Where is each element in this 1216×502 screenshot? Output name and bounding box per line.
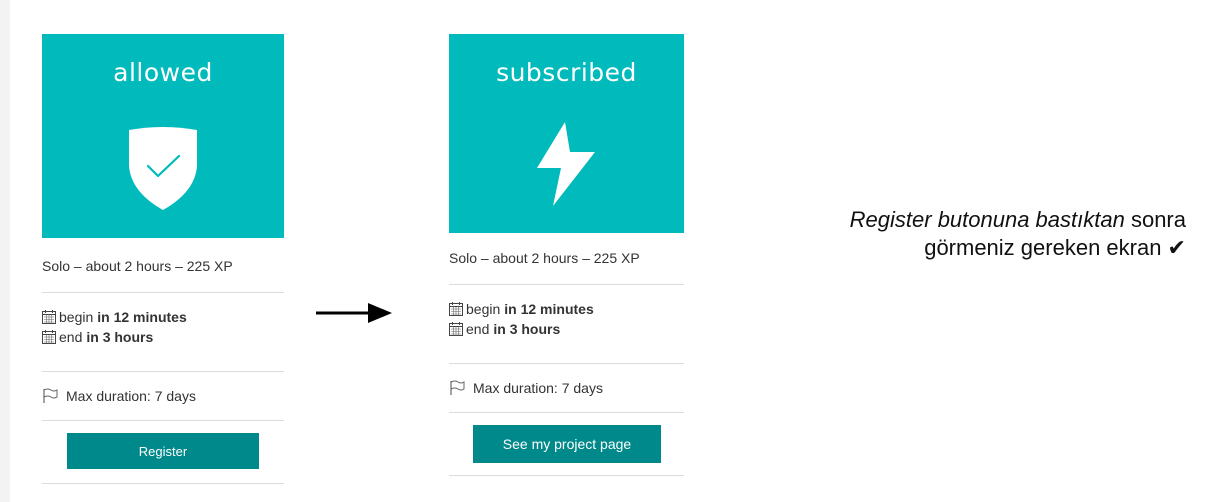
begin-row: begin in 12 minutes — [449, 299, 684, 319]
end-value: in 3 hours — [493, 321, 561, 337]
banner-title: subscribed — [496, 58, 637, 87]
max-duration-text: Max duration: 7 days — [473, 380, 603, 396]
begin-label: begin — [59, 309, 94, 325]
end-row: end in 3 hours — [449, 319, 684, 339]
project-summary: Solo – about 2 hours – 225 XP — [42, 258, 284, 293]
left-edge-strip — [0, 0, 10, 502]
lightning-bolt-icon — [536, 122, 595, 206]
note-line-1: Register butonuna bastıktan sonra — [720, 206, 1186, 234]
date-range: begin in 12 minutes end in 3 hours — [42, 293, 284, 372]
begin-row: begin in 12 minutes — [42, 307, 284, 327]
calendar-icon — [42, 330, 56, 344]
note-line-2: görmeniz gereken ekran ✔ — [924, 235, 1186, 260]
see-project-page-button[interactable]: See my project page — [473, 425, 661, 463]
flag-icon — [450, 380, 465, 395]
project-summary: Solo – about 2 hours – 225 XP — [449, 250, 684, 285]
max-duration-text: Max duration: 7 days — [66, 388, 196, 404]
end-label: end — [59, 329, 83, 345]
instruction-note: Register butonuna bastıktan sonra görmen… — [720, 206, 1186, 262]
summary-text: Solo – about 2 hours – 225 XP — [449, 250, 640, 266]
status-banner: subscribed — [449, 34, 684, 233]
calendar-icon — [449, 322, 463, 336]
project-card-allowed: allowed Solo – about 2 hours – 225 XP be… — [42, 34, 284, 484]
end-label: end — [466, 321, 490, 337]
note-rest: sonra — [1124, 207, 1186, 232]
begin-value: in 12 minutes — [97, 309, 187, 325]
calendar-icon — [449, 302, 463, 316]
arrow-right-icon — [316, 303, 392, 323]
calendar-icon — [42, 310, 56, 324]
banner-title: allowed — [113, 58, 213, 87]
action-row: Register — [42, 421, 284, 484]
date-range: begin in 12 minutes end in 3 hours — [449, 285, 684, 364]
summary-text: Solo – about 2 hours – 225 XP — [42, 258, 233, 274]
end-value: in 3 hours — [86, 329, 154, 345]
action-row: See my project page — [449, 413, 684, 476]
begin-label: begin — [466, 301, 501, 317]
max-duration-row: Max duration: 7 days — [449, 364, 684, 413]
flag-icon — [43, 388, 58, 403]
note-italic: Register butonuna bastıktan — [849, 207, 1125, 232]
begin-value: in 12 minutes — [504, 301, 594, 317]
status-banner: allowed — [42, 34, 284, 238]
project-card-subscribed: subscribed Solo – about 2 hours – 225 XP… — [449, 34, 684, 476]
register-button[interactable]: Register — [67, 433, 259, 469]
end-row: end in 3 hours — [42, 327, 284, 347]
max-duration-row: Max duration: 7 days — [42, 372, 284, 421]
shield-check-icon — [129, 127, 197, 210]
